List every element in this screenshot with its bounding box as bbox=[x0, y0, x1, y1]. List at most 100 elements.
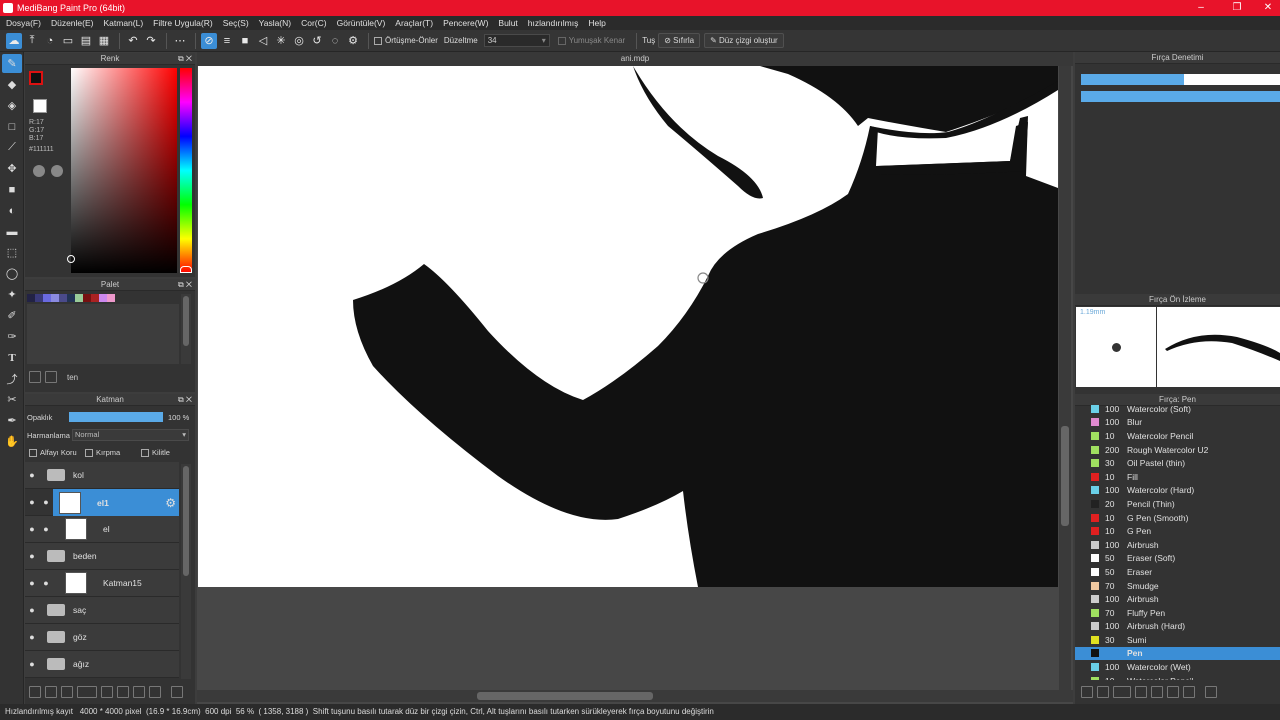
gradient-tool-icon[interactable]: ▬ bbox=[2, 222, 22, 241]
color-history-icon[interactable] bbox=[51, 165, 63, 177]
canvas-horizontal-scrollbar[interactable] bbox=[197, 690, 1073, 702]
blend-mode-select[interactable]: Normal ▾ bbox=[72, 429, 189, 441]
palette-swatch[interactable] bbox=[27, 294, 35, 302]
radial-snap-icon[interactable]: ✳ bbox=[273, 33, 289, 49]
perspective-snap-icon[interactable]: ◁ bbox=[255, 33, 271, 49]
palette-swatch[interactable] bbox=[83, 294, 91, 302]
eye-icon[interactable]: ● bbox=[39, 578, 53, 588]
palette-swatch[interactable] bbox=[59, 294, 67, 302]
palette-swatch[interactable] bbox=[99, 294, 107, 302]
line-tool-icon[interactable]: ⟋ bbox=[2, 138, 22, 157]
divide-tool-icon[interactable]: ✂ bbox=[2, 390, 22, 409]
speech-icon[interactable]: ◔ bbox=[42, 33, 58, 49]
menu-window[interactable]: Pencere(W) bbox=[443, 18, 488, 28]
layer-item-kol[interactable]: ● kol bbox=[25, 462, 179, 489]
document-icon[interactable]: ▤ bbox=[78, 33, 94, 49]
new-palette-icon[interactable] bbox=[29, 371, 41, 383]
restore-button[interactable]: ❐ bbox=[1225, 0, 1249, 16]
select-pen-tool-icon[interactable]: ✐ bbox=[2, 306, 22, 325]
brush-item[interactable]: 100 Airbrush (Hard) bbox=[1075, 620, 1280, 634]
panel-close-icon[interactable]: ⧉ ✕ bbox=[178, 279, 192, 291]
brush-copy-icon[interactable] bbox=[1135, 686, 1147, 698]
menu-edit[interactable]: Düzenle(E) bbox=[51, 18, 94, 28]
eye-icon[interactable]: ● bbox=[39, 497, 53, 507]
protect-alpha-checkbox[interactable]: Alfayı Koru bbox=[29, 448, 77, 457]
lock-checkbox[interactable]: Kilitle bbox=[141, 448, 170, 457]
grid-snap-icon[interactable]: ■ bbox=[237, 33, 253, 49]
palette-scrollbar[interactable] bbox=[181, 294, 191, 364]
settings-snap-icon[interactable]: ⚙ bbox=[345, 33, 361, 49]
eye-icon[interactable]: ● bbox=[25, 632, 39, 642]
hand-tool-icon[interactable]: ✋ bbox=[2, 432, 22, 451]
color-wheel-icon[interactable] bbox=[33, 165, 45, 177]
concentric-snap-icon[interactable]: ◌ bbox=[327, 33, 343, 49]
brush-item[interactable]: 50 Eraser (Soft) bbox=[1075, 552, 1280, 566]
brush-item[interactable]: 100 Watercolor (Soft) bbox=[1075, 402, 1280, 416]
close-button[interactable]: ✕ bbox=[1256, 0, 1280, 16]
brush-folder-icon[interactable] bbox=[1151, 686, 1163, 698]
palette-swatch[interactable] bbox=[91, 294, 99, 302]
new-folder-icon[interactable] bbox=[101, 686, 113, 698]
menu-snap[interactable]: Yasla(N) bbox=[259, 18, 291, 28]
brush-tool-icon[interactable]: ✎ bbox=[2, 54, 22, 73]
eye-icon[interactable]: ● bbox=[25, 605, 39, 615]
brush-item[interactable]: 10 Watercolor Pencil bbox=[1075, 429, 1280, 443]
panel-close-icon[interactable]: ⧉ ✕ bbox=[178, 53, 192, 65]
delete-palette-icon[interactable] bbox=[45, 371, 57, 383]
lasso-tool-icon[interactable]: ◯ bbox=[2, 264, 22, 283]
layer-item-el1[interactable]: el1 ⚙ bbox=[53, 489, 179, 516]
gear-icon[interactable]: ⚙ bbox=[165, 496, 176, 510]
brush-item[interactable]: 10 Fill bbox=[1075, 470, 1280, 484]
duplicate-layer-icon[interactable] bbox=[117, 686, 129, 698]
menu-color[interactable]: Cor(C) bbox=[301, 18, 327, 28]
palette-swatch[interactable] bbox=[43, 294, 51, 302]
brush-item[interactable]: 100 Airbrush bbox=[1075, 538, 1280, 552]
hue-slider[interactable] bbox=[180, 68, 192, 273]
layer-item-katman15[interactable]: ● ● Katman15 bbox=[25, 570, 179, 597]
layer-item-sac[interactable]: ● saç bbox=[25, 597, 179, 624]
palette-swatch[interactable] bbox=[67, 294, 75, 302]
layer-item-beden[interactable]: ● beden bbox=[25, 543, 179, 570]
rectangle-tool-icon[interactable]: □ bbox=[2, 117, 22, 136]
new-layer-icon[interactable] bbox=[29, 686, 41, 698]
palette-swatch[interactable] bbox=[51, 294, 59, 302]
clipping-checkbox[interactable]: Kırpma bbox=[85, 448, 120, 457]
merge-layer-icon[interactable] bbox=[133, 686, 145, 698]
eye-icon[interactable]: ● bbox=[39, 524, 53, 534]
horizontal-scroll-thumb[interactable] bbox=[477, 692, 653, 700]
saturation-value-field[interactable] bbox=[71, 68, 177, 273]
brush-item[interactable]: 30 Oil Pastel (thin) bbox=[1075, 456, 1280, 470]
brush-item[interactable]: 30 Sumi bbox=[1075, 633, 1280, 647]
clipping-check[interactable] bbox=[85, 448, 93, 457]
document-tab[interactable]: ani.mdp bbox=[197, 52, 1073, 66]
soft-edge-checkbox[interactable]: Yumuşak Kenar bbox=[557, 36, 625, 45]
antialias-checkbox[interactable]: Örtüşme-Önler bbox=[374, 36, 438, 45]
reset-button[interactable]: ⊘ Sıfırla bbox=[658, 33, 701, 48]
operation-tool-icon[interactable]: ⤴ bbox=[2, 369, 22, 388]
lock-check[interactable] bbox=[141, 448, 149, 457]
layer-item-el[interactable]: ● ● el bbox=[25, 516, 179, 543]
magic-wand-tool-icon[interactable]: ✦ bbox=[2, 285, 22, 304]
eyedropper-tool-icon[interactable]: ✒ bbox=[2, 411, 22, 430]
primary-color-swatch[interactable] bbox=[29, 71, 43, 85]
parallel-snap-icon[interactable]: ≡ bbox=[219, 33, 235, 49]
curve-snap-icon[interactable]: ↺ bbox=[309, 33, 325, 49]
brush-item[interactable]: 70 Smudge bbox=[1075, 579, 1280, 593]
text-tool-icon[interactable]: T bbox=[2, 348, 22, 367]
brush-item[interactable]: 20 Pencil (Thin) bbox=[1075, 497, 1280, 511]
palette-swatch[interactable] bbox=[107, 294, 115, 302]
menu-filter[interactable]: Filtre Uygula(R) bbox=[153, 18, 213, 28]
select-tool-icon[interactable]: ⬚ bbox=[2, 243, 22, 262]
eye-icon[interactable]: ● bbox=[25, 497, 39, 507]
hue-handle[interactable] bbox=[180, 266, 192, 273]
panel-close-icon[interactable]: ⧉ ✕ bbox=[178, 394, 192, 406]
minimize-button[interactable]: – bbox=[1189, 0, 1213, 16]
opacity-slider[interactable] bbox=[69, 412, 163, 422]
circle-snap-icon[interactable]: ◎ bbox=[291, 33, 307, 49]
brush-size-slider[interactable] bbox=[1081, 74, 1280, 85]
move-tool-icon[interactable]: ✥ bbox=[2, 159, 22, 178]
brush-item[interactable]: 50 Eraser bbox=[1075, 565, 1280, 579]
drawing-canvas[interactable] bbox=[198, 66, 1058, 587]
eye-icon[interactable]: ● bbox=[25, 470, 39, 480]
eye-icon[interactable]: ● bbox=[25, 578, 39, 588]
